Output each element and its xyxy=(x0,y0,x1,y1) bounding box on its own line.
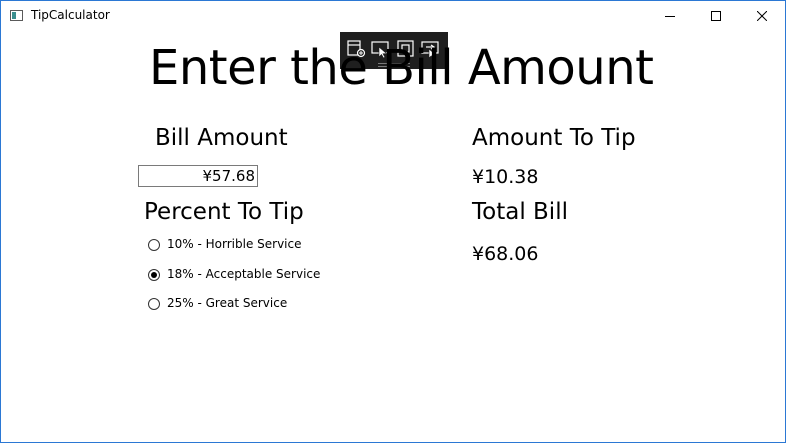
radio-label: 18% - Acceptable Service xyxy=(167,267,321,281)
total-bill-value: ¥68.06 xyxy=(472,243,539,265)
radio-label: 25% - Great Service xyxy=(167,296,288,310)
bill-amount-input[interactable] xyxy=(138,165,258,187)
close-icon xyxy=(757,11,767,21)
app-icon xyxy=(10,10,23,21)
bill-amount-label: Bill Amount xyxy=(155,125,288,151)
radio-button[interactable] xyxy=(148,239,160,251)
close-button[interactable] xyxy=(739,1,785,31)
percent-to-tip-label: Percent To Tip xyxy=(144,199,304,225)
app-window: TipCalculator Enter the Bill Amount Bill… xyxy=(0,0,786,443)
radio-button-selected[interactable] xyxy=(148,269,160,281)
minimize-icon xyxy=(665,16,675,17)
total-bill-label: Total Bill xyxy=(472,199,568,225)
amount-to-tip-label: Amount To Tip xyxy=(472,125,636,151)
title-bar[interactable]: TipCalculator xyxy=(1,1,785,31)
radio-button[interactable] xyxy=(148,298,160,310)
amount-to-tip-value: ¥10.38 xyxy=(472,166,539,188)
window-title: TipCalculator xyxy=(31,8,110,22)
maximize-button[interactable] xyxy=(693,1,739,31)
page-heading: Enter the Bill Amount xyxy=(149,40,654,96)
radio-label: 10% - Horrible Service xyxy=(167,237,302,251)
maximize-icon xyxy=(711,11,721,21)
minimize-button[interactable] xyxy=(647,1,693,31)
